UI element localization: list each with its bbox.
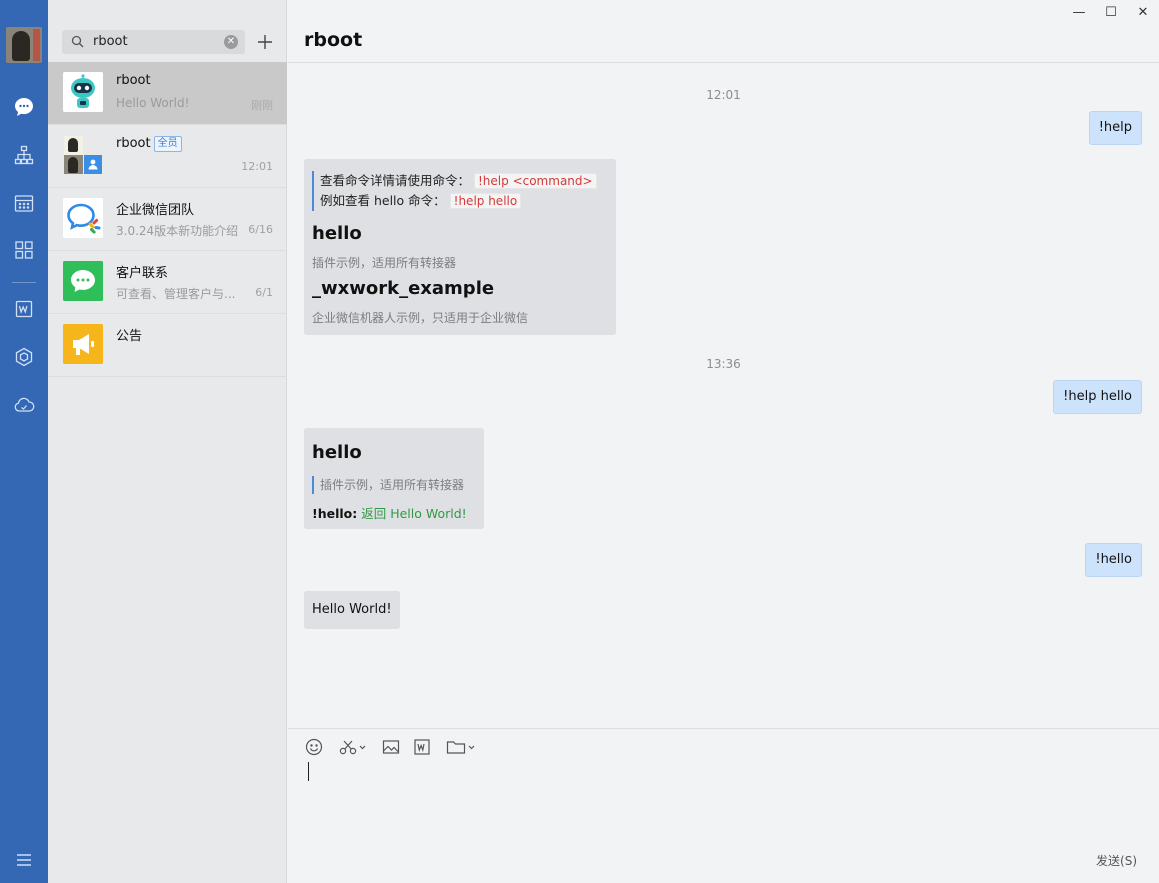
user-avatar[interactable]	[6, 27, 42, 63]
image-icon[interactable]	[382, 737, 400, 757]
conversation-name: 公告	[116, 329, 143, 344]
cube-icon[interactable]	[12, 345, 36, 369]
plugin-title: hello	[312, 442, 362, 463]
add-icon[interactable]	[253, 30, 277, 54]
conversation-item[interactable]: 客户联系 可查看、管理客户与... 6/1	[48, 251, 287, 314]
customer-contact-avatar	[63, 261, 103, 301]
conversation-time: 6/16	[248, 223, 273, 236]
menu-icon[interactable]	[12, 848, 36, 872]
emoji-icon[interactable]	[305, 737, 323, 757]
inline-code: !help hello	[449, 193, 522, 209]
conversation-time: 刚刚	[251, 99, 273, 112]
hello-help-card[interactable]: hello 插件示例，适用所有转接器 !hello: 返回 Hello Worl…	[304, 428, 484, 529]
folder-icon[interactable]	[446, 737, 478, 757]
conversation-preview: 可查看、管理客户与...	[116, 287, 236, 301]
robot-avatar	[63, 72, 103, 112]
command-line: !hello: 返回 Hello World!	[312, 506, 467, 521]
timestamp: 12:01	[706, 88, 741, 102]
group-avatar	[63, 135, 103, 175]
conversation-preview: Hello World!	[116, 96, 190, 110]
send-button[interactable]: 发送(S)	[1096, 852, 1137, 869]
nav-divider	[12, 282, 36, 283]
inline-code: !help <command>	[474, 173, 597, 189]
minimize-icon[interactable]: —	[1063, 0, 1095, 24]
nav-rail	[0, 0, 48, 883]
word-file-icon[interactable]	[413, 737, 431, 757]
search-input[interactable]: rboot	[93, 34, 128, 49]
conversation-list-panel: rboot ✕ rboot Hello World! 刚刚 rboot 全员 12…	[48, 0, 287, 883]
cloud-icon[interactable]	[12, 393, 36, 417]
sent-message[interactable]: !help	[1088, 111, 1142, 145]
timestamp: 13:36	[706, 357, 741, 371]
received-message[interactable]: Hello World!	[304, 591, 400, 629]
search-box[interactable]: rboot ✕	[62, 30, 245, 54]
conversation-name: rboot	[116, 73, 151, 88]
plugin-description: 插件示例，适用所有转接器	[312, 476, 464, 494]
plugin-description: 企业微信机器人示例，只适用于企业微信	[312, 311, 529, 325]
conversation-name: rboot 全员	[116, 136, 182, 152]
chat-panel: — ☐ ✕ rboot 12:01 !help 查看命令详情请使用命令： !he…	[288, 0, 1159, 883]
plugin-title: hello	[312, 223, 362, 244]
sent-message[interactable]: !help hello	[1053, 380, 1142, 414]
conversation-item[interactable]: 企业微信团队 3.0.24版本新功能介绍 6/16	[48, 188, 287, 251]
conversation-item[interactable]: rboot 全员 12:01	[48, 125, 287, 188]
help-usage-quote: 查看命令详情请使用命令： !help <command> 例如查看 hello …	[312, 171, 597, 211]
header-divider	[288, 62, 1159, 63]
help-reply-card[interactable]: 查看命令详情请使用命令： !help <command> 例如查看 hello …	[304, 159, 616, 335]
maximize-icon[interactable]: ☐	[1095, 0, 1127, 24]
clear-search-icon[interactable]: ✕	[224, 35, 238, 49]
org-chart-icon[interactable]	[12, 143, 36, 167]
scissors-icon[interactable]	[339, 737, 369, 757]
message-input[interactable]	[308, 762, 309, 781]
chat-icon[interactable]	[12, 95, 36, 119]
conversation-name: 企业微信团队	[116, 203, 195, 218]
calendar-icon[interactable]	[12, 191, 36, 215]
all-members-tag: 全员	[153, 136, 182, 152]
wecom-team-avatar	[63, 198, 103, 238]
announcement-avatar	[63, 324, 103, 364]
close-icon[interactable]: ✕	[1127, 0, 1159, 24]
conversation-item[interactable]: 公告	[48, 314, 287, 377]
plugin-description: 插件示例，适用所有转接器	[312, 256, 457, 270]
plugin-title: _wxwork_example	[312, 278, 495, 299]
compose-divider	[288, 728, 1159, 729]
apps-grid-icon[interactable]	[12, 238, 36, 262]
conversation-time: 6/1	[255, 286, 273, 299]
search-icon	[71, 35, 84, 52]
conversation-item[interactable]: rboot Hello World! 刚刚	[48, 62, 287, 125]
sent-message[interactable]: !hello	[1085, 543, 1142, 577]
conversation-time: 12:01	[241, 160, 273, 173]
conversation-name: 客户联系	[116, 266, 169, 281]
document-icon[interactable]	[12, 297, 36, 321]
window-controls: — ☐ ✕	[1063, 0, 1159, 26]
chat-title: rboot	[304, 29, 363, 51]
conversation-preview: 3.0.24版本新功能介绍	[116, 224, 239, 238]
